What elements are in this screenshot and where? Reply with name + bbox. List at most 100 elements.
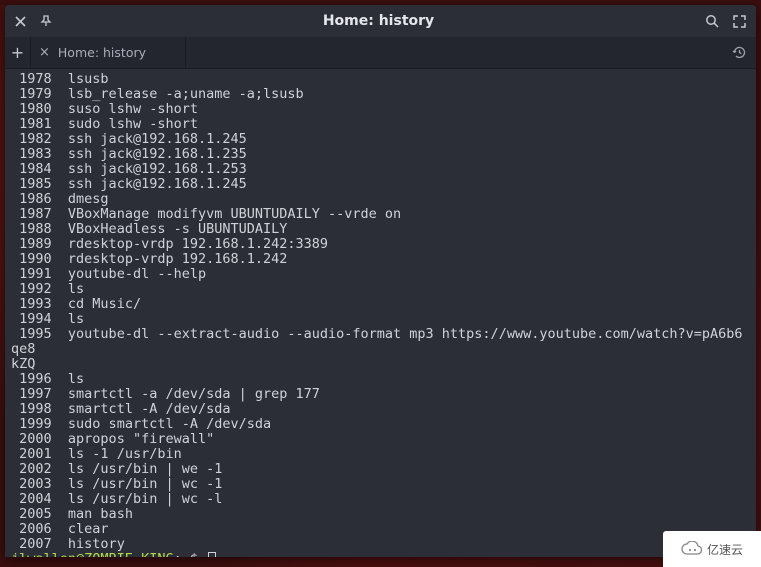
history-command: ls /usr/bin | wc -l <box>68 491 222 507</box>
history-number: 2000 <box>11 431 68 447</box>
history-command: dmesg <box>68 191 109 207</box>
history-number: 2004 <box>11 491 68 507</box>
history-number: 2007 <box>11 536 68 552</box>
history-command: ls /usr/bin | we -1 <box>68 461 222 477</box>
history-number: 1998 <box>11 401 68 417</box>
prompt-at: @ <box>76 551 84 557</box>
history-command: ls -1 /usr/bin <box>68 446 182 462</box>
tab-home-history[interactable]: × Home: history <box>31 37 186 68</box>
history-command: rdesktop-vrdp 192.168.1.242:3389 <box>68 236 328 252</box>
titlebar: Home: history <box>5 5 756 37</box>
history-command: smartctl -A /dev/sda <box>68 401 231 417</box>
history-number: 1983 <box>11 146 68 162</box>
history-command-wrap: kZQ <box>11 357 750 372</box>
history-number: 1991 <box>11 266 68 282</box>
history-number: 1981 <box>11 116 68 132</box>
history-line: 1996 ls <box>11 372 750 387</box>
history-command: apropos "firewall" <box>68 431 214 447</box>
history-line: 1987 VBoxManage modifyvm UBUNTUDAILY --v… <box>11 207 750 222</box>
prompt-host: ZOMBIE-KING <box>84 551 173 557</box>
history-line: 1985 ssh jack@192.168.1.245 <box>11 177 750 192</box>
history-line: 1979 lsb_release -a;uname -a;lsusb <box>11 87 750 102</box>
history-line: 1983 ssh jack@192.168.1.235 <box>11 147 750 162</box>
history-command: sudo lshw -short <box>68 116 198 132</box>
history-line: 1990 rdesktop-vrdp 192.168.1.242 <box>11 252 750 267</box>
history-line: 1997 smartctl -a /dev/sda | grep 177 <box>11 387 750 402</box>
tab-history-icon[interactable] <box>722 37 756 68</box>
fullscreen-icon[interactable] <box>733 15 746 28</box>
history-command: ssh jack@192.168.1.245 <box>68 131 247 147</box>
history-number: 1990 <box>11 251 68 267</box>
history-number: 1992 <box>11 281 68 297</box>
history-line: 2000 apropos "firewall" <box>11 432 750 447</box>
history-command: VBoxHeadless -s UBUNTUDAILY <box>68 221 287 237</box>
history-number: 1979 <box>11 86 68 102</box>
history-number: 1982 <box>11 131 68 147</box>
history-number: 1996 <box>11 371 68 387</box>
history-line: 1989 rdesktop-vrdp 192.168.1.242:3389 <box>11 237 750 252</box>
history-line: 1986 dmesg <box>11 192 750 207</box>
history-line: 1998 smartctl -A /dev/sda <box>11 402 750 417</box>
history-line: 1991 youtube-dl --help <box>11 267 750 282</box>
tab-close-icon[interactable]: × <box>39 45 50 60</box>
prompt-path: ~ <box>182 551 190 557</box>
history-line: 2007 history <box>11 537 750 552</box>
history-number: 1997 <box>11 386 68 402</box>
history-line: 1994 ls <box>11 312 750 327</box>
history-line: 1988 VBoxHeadless -s UBUNTUDAILY <box>11 222 750 237</box>
prompt-dollar: $ <box>190 551 206 557</box>
history-line: 1982 ssh jack@192.168.1.245 <box>11 132 750 147</box>
history-command: man bash <box>68 506 133 522</box>
history-number: 1980 <box>11 101 68 117</box>
history-number: 2002 <box>11 461 68 477</box>
close-icon[interactable] <box>15 16 26 27</box>
prompt-user: jlwallen <box>11 551 76 557</box>
history-command: lsb_release -a;uname -a;lsusb <box>68 86 304 102</box>
history-line: 1978 lsusb <box>11 72 750 87</box>
tab-label: Home: history <box>58 45 146 60</box>
prompt[interactable]: jlwallen@ZOMBIE-KING:~$ <box>11 552 750 557</box>
history-command: VBoxManage modifyvm UBUNTUDAILY --vrde o… <box>68 206 401 222</box>
history-command: ssh jack@192.168.1.245 <box>68 176 247 192</box>
history-command: ls <box>68 311 84 327</box>
cursor <box>208 552 216 557</box>
history-number: 2003 <box>11 476 68 492</box>
history-number: 1994 <box>11 311 68 327</box>
tabbar: + × Home: history <box>5 37 756 69</box>
history-line: 1999 sudo smartctl -A /dev/sda <box>11 417 750 432</box>
history-command: smartctl -a /dev/sda | grep 177 <box>68 386 320 402</box>
history-command: clear <box>68 521 109 537</box>
history-command: youtube-dl --help <box>68 266 206 282</box>
history-command: lsusb <box>68 71 109 87</box>
history-line: 2006 clear <box>11 522 750 537</box>
history-number: 1984 <box>11 161 68 177</box>
history-command: history <box>68 536 125 552</box>
history-command: suso lshw -short <box>68 101 198 117</box>
history-command: ssh jack@192.168.1.253 <box>68 161 247 177</box>
history-command: sudo smartctl -A /dev/sda <box>68 416 271 432</box>
history-command: ls <box>68 371 84 387</box>
history-line: 1992 ls <box>11 282 750 297</box>
history-line: 2001 ls -1 /usr/bin <box>11 447 750 462</box>
window-title: Home: history <box>52 13 705 29</box>
terminal-window: Home: history + × Home: history 1978 lsu… <box>5 5 756 557</box>
history-number: 1999 <box>11 416 68 432</box>
history-number: 1986 <box>11 191 68 207</box>
history-number: 1987 <box>11 206 68 222</box>
history-number: 1989 <box>11 236 68 252</box>
history-command: rdesktop-vrdp 192.168.1.242 <box>68 251 287 267</box>
terminal-output[interactable]: 1978 lsusb 1979 lsb_release -a;uname -a;… <box>5 69 756 557</box>
history-command: cd Music/ <box>68 296 141 312</box>
watermark-text: 亿速云 <box>707 541 743 558</box>
prompt-sep: : <box>174 551 182 557</box>
history-number: 1995 <box>11 326 68 342</box>
history-command: ls <box>68 281 84 297</box>
history-line: 2002 ls /usr/bin | we -1 <box>11 462 750 477</box>
history-line: 1980 suso lshw -short <box>11 102 750 117</box>
history-line: 2005 man bash <box>11 507 750 522</box>
history-line: 1995 youtube-dl --extract-audio --audio-… <box>11 327 750 357</box>
search-icon[interactable] <box>705 14 719 28</box>
pin-icon[interactable] <box>40 15 52 27</box>
history-command: ssh jack@192.168.1.235 <box>68 146 247 162</box>
new-tab-button[interactable]: + <box>5 37 31 68</box>
